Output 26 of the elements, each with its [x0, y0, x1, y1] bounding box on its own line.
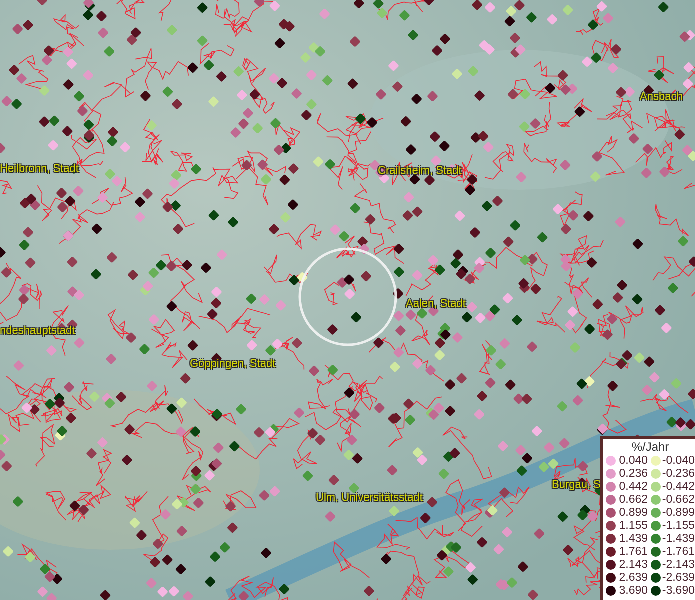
legend-label: 3.690	[618, 585, 648, 598]
legend-label: -0.899	[661, 506, 695, 519]
legend-label: 1.155	[618, 520, 648, 532]
legend-label: 0.040	[618, 454, 648, 467]
legend-label: 0.662	[618, 494, 648, 506]
legend-label: 2.639	[618, 572, 648, 584]
legend-label: 0.899	[618, 506, 648, 519]
legend-label: -0.236	[661, 468, 695, 480]
legend-label: 0.236	[618, 468, 648, 480]
legend-label: -1.439	[661, 533, 695, 546]
place-label: Ulm, Universitätsstadt	[316, 492, 423, 504]
legend-label: -2.143	[661, 559, 695, 572]
legend-label: -1.761	[661, 546, 695, 558]
place-label: Ansbach	[640, 91, 683, 103]
legend-label: 2.143	[618, 559, 648, 572]
legend-label: 0.442	[618, 480, 648, 493]
legend-label: -0.040	[661, 454, 695, 467]
legend-label: -1.155	[661, 520, 695, 532]
legend-title: %/Jahr	[630, 440, 670, 454]
legend-label: 1.439	[618, 533, 648, 546]
legend-label: 1.761	[618, 546, 648, 558]
legend-label: -3.690	[661, 585, 695, 598]
legend-label: -0.662	[661, 494, 695, 506]
place-label: Göppingen, Stadt	[190, 358, 276, 370]
legend-label: -0.442	[661, 480, 695, 493]
legend-label: -2.639	[661, 572, 695, 584]
